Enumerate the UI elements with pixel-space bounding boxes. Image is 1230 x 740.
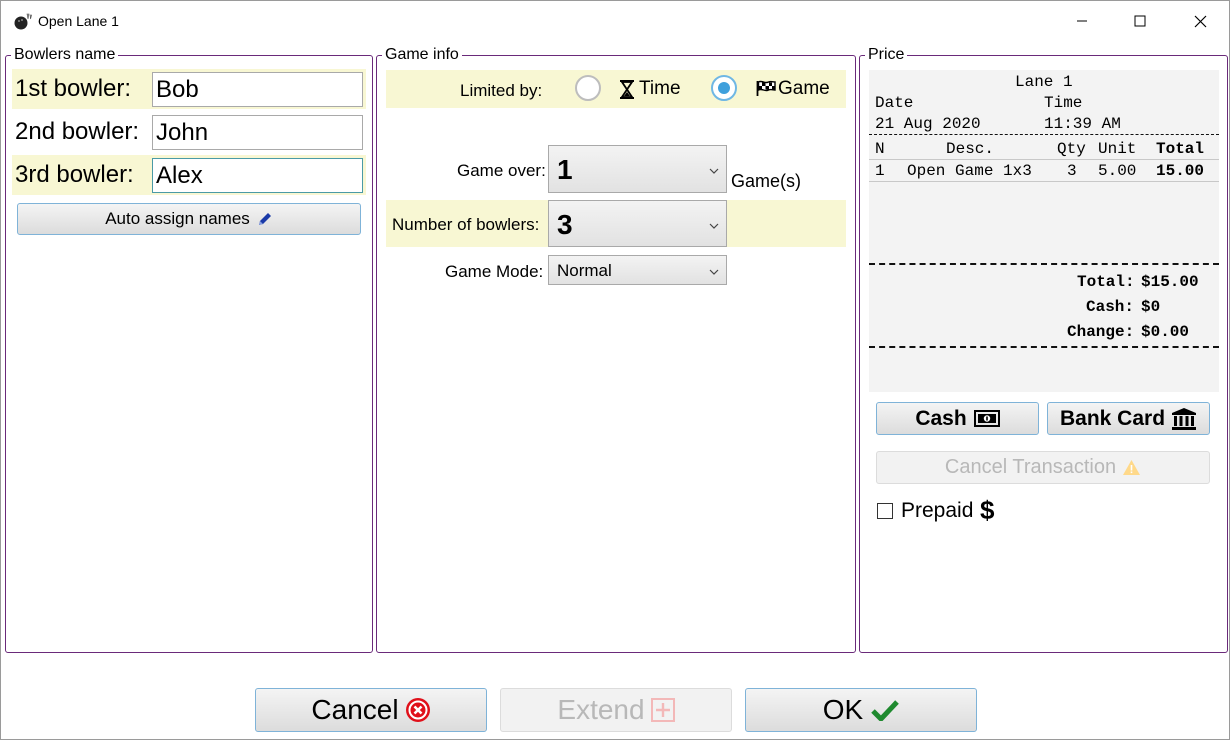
price-legend: Price — [868, 46, 905, 63]
receipt-time: 11:39 AM — [1044, 115, 1121, 133]
cancel-button[interactable]: Cancel — [255, 688, 487, 732]
minimize-icon — [1077, 20, 1087, 22]
dollar-icon: $ — [980, 495, 995, 525]
title-bar: Open Lane 1 — [1, 1, 1229, 41]
cancel-circle-icon — [405, 697, 431, 723]
receipt-cash-value: $0 — [1141, 298, 1161, 316]
game-info-legend: Game info — [385, 46, 459, 63]
minimize-button[interactable] — [1053, 1, 1111, 41]
bowler-row-1: 1st bowler: — [12, 69, 366, 109]
bowler-1-input[interactable] — [152, 72, 363, 107]
receipt-change-label: Change: — [1067, 323, 1135, 341]
item-desc: Open Game 1x3 — [907, 162, 1032, 180]
bowler-1-label: 1st bowler: — [15, 75, 132, 102]
bowler-row-2: 2nd bowler: — [12, 112, 366, 152]
receipt-cash-label: Cash: — [1086, 298, 1135, 316]
time-option-label[interactable]: Time — [639, 78, 681, 100]
receipt-date: 21 Aug 2020 — [875, 115, 981, 133]
receipt-change-value: $0.00 — [1141, 323, 1190, 341]
bank-icon — [1171, 407, 1197, 431]
game-mode-value: Normal — [557, 261, 612, 280]
receipt-time-label: Time — [1044, 94, 1083, 112]
bank-card-button[interactable]: Bank Card — [1047, 402, 1210, 435]
game-mode-label: Game Mode: — [445, 262, 544, 281]
ok-button[interactable]: OK — [745, 688, 977, 732]
auto-assign-names-button[interactable]: Auto assign names — [17, 203, 361, 235]
bowling-ball-icon — [13, 12, 33, 30]
col-unit-header: Unit — [1098, 140, 1137, 158]
col-n-header: N — [875, 140, 885, 158]
col-qty-header: Qty — [1057, 140, 1086, 158]
receipt-date-label: Date — [875, 94, 914, 112]
pencil-icon — [256, 211, 273, 228]
extend-button-label: Extend — [557, 694, 645, 725]
cash-button[interactable]: Cash — [876, 402, 1039, 435]
number-of-bowlers-value: 3 — [557, 209, 573, 240]
chevron-down-icon — [709, 163, 719, 181]
limited-by-label: Limited by: — [460, 81, 543, 100]
item-unit: 5.00 — [1098, 162, 1137, 180]
cancel-button-label: Cancel — [311, 694, 399, 725]
open-lane-window: Open Lane 1 Bowlers name 1st bowler: 2nd… — [0, 0, 1230, 740]
prepaid-label[interactable]: Prepaid — [901, 499, 973, 523]
maximize-button[interactable] — [1111, 1, 1169, 41]
item-n: 1 — [875, 162, 885, 180]
close-button[interactable] — [1171, 1, 1229, 41]
time-radio[interactable] — [575, 75, 601, 101]
bowler-3-label: 3rd bowler: — [15, 161, 134, 188]
banknote-icon — [973, 410, 1000, 427]
receipt: Lane 1 Date Time 21 Aug 2020 11:39 AM N … — [869, 70, 1219, 392]
receipt-total-value: $15.00 — [1141, 273, 1199, 291]
bank-card-button-label: Bank Card — [1059, 406, 1166, 430]
maximize-icon — [1134, 15, 1146, 27]
col-desc-header: Desc. — [946, 140, 995, 158]
game-option-label[interactable]: Game — [778, 78, 830, 100]
auto-assign-names-label: Auto assign names — [105, 209, 250, 228]
chevron-down-icon — [709, 218, 719, 236]
item-qty: 3 — [1067, 162, 1077, 180]
close-icon — [1194, 15, 1206, 27]
bowler-2-label: 2nd bowler: — [15, 118, 140, 145]
bowler-row-3: 3rd bowler: — [12, 155, 366, 195]
limited-by-row — [386, 70, 846, 108]
receipt-header-rule — [869, 159, 1219, 160]
receipt-item-rule — [869, 181, 1219, 182]
cancel-transaction-label: Cancel Transaction — [944, 456, 1117, 478]
bowler-3-input[interactable] — [152, 158, 363, 193]
game-over-value: 1 — [557, 154, 573, 185]
item-total: 15.00 — [1156, 162, 1205, 180]
window-title: Open Lane 1 — [38, 13, 119, 29]
col-total-header: Total — [1156, 140, 1205, 158]
cash-button-label: Cash — [915, 406, 967, 430]
receipt-dashed-divider-top — [869, 263, 1219, 265]
receipt-total-label: Total: — [1077, 273, 1135, 291]
receipt-divider — [869, 134, 1219, 135]
games-suffix-label: Game(s) — [731, 171, 802, 191]
game-radio[interactable] — [711, 75, 737, 101]
game-over-combo[interactable]: 1 — [548, 145, 727, 193]
bowler-2-input[interactable] — [152, 115, 363, 150]
number-of-bowlers-combo[interactable]: 3 — [548, 200, 727, 247]
prepaid-checkbox[interactable] — [877, 503, 893, 519]
number-of-bowlers-label: Number of bowlers: — [392, 215, 540, 234]
plus-square-icon — [650, 698, 675, 722]
extend-button[interactable]: Extend — [500, 688, 732, 732]
game-info-group: Game info — [376, 47, 856, 653]
bowlers-legend: Bowlers name — [14, 46, 116, 63]
game-over-label: Game over: — [457, 161, 546, 180]
checkered-flag-icon — [756, 80, 776, 102]
cancel-transaction-button[interactable]: Cancel Transaction — [876, 451, 1210, 484]
chevron-down-icon — [709, 264, 719, 282]
warning-icon — [1122, 459, 1141, 476]
hourglass-icon — [619, 80, 635, 104]
checkmark-icon — [871, 699, 900, 721]
game-mode-combo[interactable]: Normal — [548, 255, 727, 285]
receipt-lane: Lane 1 — [1015, 73, 1073, 91]
ok-button-label: OK — [822, 694, 864, 725]
receipt-dashed-divider-bottom — [869, 346, 1219, 348]
